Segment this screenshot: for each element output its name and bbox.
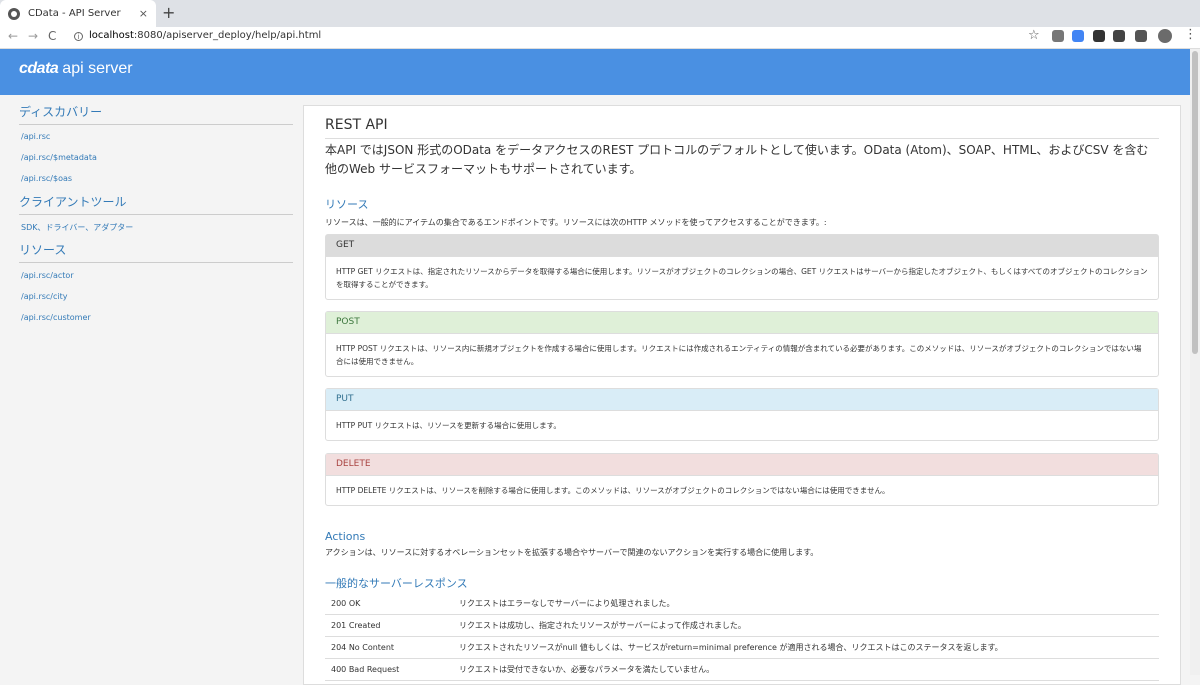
table-row: 200 OK リクエストはエラーなしでサーバーにより処理されました。	[325, 593, 1159, 615]
sidebar-heading-client-tools: クライアントツール	[19, 193, 293, 215]
sidebar-link-metadata[interactable]: /api.rsc/$metadata	[21, 153, 97, 162]
extension-translate-icon[interactable]	[1072, 30, 1084, 42]
info-icon[interactable]: i	[74, 32, 83, 41]
cdata-logo[interactable]: cdata api server	[19, 60, 133, 78]
extension-circle-icon[interactable]	[1093, 30, 1105, 42]
url-path: :8080/apiserver_deploy/help/api.html	[133, 30, 322, 41]
method-delete-header: DELETE	[326, 454, 1158, 476]
intro-text: 本API ではJSON 形式のOData をデータアクセスのREST プロトコル…	[325, 143, 1149, 176]
response-code: 200 OK	[325, 593, 453, 615]
method-post-header: POST	[326, 312, 1158, 334]
bookmark-star-icon[interactable]: ☆	[1028, 28, 1040, 43]
method-get-header: GET	[326, 235, 1158, 257]
response-description: リクエストは受付できないか、必要なパラメータを満たしていません。	[453, 658, 1159, 681]
method-post-body: HTTP POST リクエストは、リソース内に新規オブジェクトを作成する場合に使…	[336, 344, 1142, 366]
sidebar-heading-discovery: ディスカバリー	[19, 103, 293, 125]
logo-brand: cdata	[19, 60, 59, 77]
method-put: PUT HTTP PUT リクエストは、リソースを更新する場合に使用します。	[325, 388, 1159, 441]
sidebar-link-sdk[interactable]: SDK、ドライバー、アダプター	[21, 222, 133, 233]
actions-description: アクションは、リソースに対するオペレーションセットを拡張する場合やサーバーで関連…	[325, 548, 819, 557]
actions-heading: Actions	[325, 530, 366, 543]
method-delete: DELETE HTTP DELETE リクエストは、リソースを削除する場合に使用…	[325, 453, 1159, 506]
close-icon[interactable]: ×	[139, 7, 148, 20]
method-put-body: HTTP PUT リクエストは、リソースを更新する場合に使用します。	[336, 421, 561, 430]
sidebar-link-api[interactable]: /api.rsc	[21, 132, 50, 141]
responses-table: 200 OK リクエストはエラーなしでサーバーにより処理されました。 201 C…	[325, 593, 1159, 681]
profile-avatar[interactable]	[1158, 29, 1172, 43]
sidebar-link-city[interactable]: /api.rsc/city	[21, 292, 67, 301]
method-get-body: HTTP GET リクエストは、指定されたリソースからデータを取得する場合に使用…	[336, 267, 1148, 289]
scrollbar-thumb[interactable]	[1192, 51, 1198, 354]
forward-icon[interactable]: →	[28, 29, 38, 43]
response-code: 201 Created	[325, 614, 453, 637]
tab-title: CData - API Server	[28, 8, 121, 19]
response-code: 204 No Content	[325, 636, 453, 659]
sidebar-heading-resources: リソース	[19, 241, 293, 263]
logo-product: api server	[62, 60, 133, 77]
response-description: リクエストはエラーなしでサーバーにより処理されました。	[453, 593, 1159, 615]
reload-icon[interactable]: C	[48, 29, 56, 43]
method-get: GET HTTP GET リクエストは、指定されたリソースからデータを取得する場…	[325, 234, 1159, 300]
sidebar-link-customer[interactable]: /api.rsc/customer	[21, 313, 91, 322]
page-scrollbar[interactable]	[1190, 49, 1200, 675]
resources-description: リソースは、一般的にアイテムの集合であるエンドポイントです。リソースには次のHT…	[325, 218, 827, 227]
browser-toolbar: ← → C i localhost:8080/apiserver_deploy/…	[0, 27, 1200, 49]
responses-heading: 一般的なサーバーレスポンス	[325, 577, 468, 590]
method-delete-body: HTTP DELETE リクエストは、リソースを削除する場合に使用します。このメ…	[336, 486, 890, 495]
address-bar[interactable]: localhost:8080/apiserver_deploy/help/api…	[89, 30, 321, 41]
sidebar-link-actor[interactable]: /api.rsc/actor	[21, 271, 74, 280]
response-description: リクエストは成功し、指定されたリソースがサーバーによって作成されました。	[453, 614, 1159, 637]
new-tab-button[interactable]: +	[162, 4, 175, 22]
extension-cloud-icon[interactable]	[1052, 30, 1064, 42]
table-row: 201 Created リクエストは成功し、指定されたリソースがサーバーによって…	[325, 614, 1159, 637]
table-row: 400 Bad Request リクエストは受付できないか、必要なパラメータを満…	[325, 658, 1159, 681]
resources-heading: リソース	[325, 198, 369, 211]
extension-ring-icon[interactable]	[1135, 30, 1147, 42]
browser-tab[interactable]: CData - API Server ×	[0, 0, 156, 27]
method-put-header: PUT	[326, 389, 1158, 411]
url-host: localhost	[89, 30, 134, 41]
back-icon[interactable]: ←	[8, 29, 18, 43]
browser-tab-strip: CData - API Server × +	[0, 0, 1200, 27]
sidebar-link-oas[interactable]: /api.rsc/$oas	[21, 174, 72, 183]
method-post: POST HTTP POST リクエストは、リソース内に新規オブジェクトを作成す…	[325, 311, 1159, 377]
app-header: cdata api server	[0, 49, 1190, 95]
response-code: 400 Bad Request	[325, 658, 453, 681]
extension-m-icon[interactable]	[1113, 30, 1125, 42]
menu-icon[interactable]: ⋮	[1184, 28, 1197, 41]
table-row: 204 No Content リクエストされたリソースがnull 値もしくは、サ…	[325, 636, 1159, 659]
page-title: REST API	[325, 117, 1159, 139]
sidebar: ディスカバリー /api.rsc /api.rsc/$metadata /api…	[0, 95, 300, 675]
response-description: リクエストされたリソースがnull 値もしくは、サービスがreturn=mini…	[453, 636, 1159, 659]
globe-icon	[8, 7, 20, 20]
content-panel: REST API 本API ではJSON 形式のOData をデータアクセスのR…	[303, 105, 1181, 685]
